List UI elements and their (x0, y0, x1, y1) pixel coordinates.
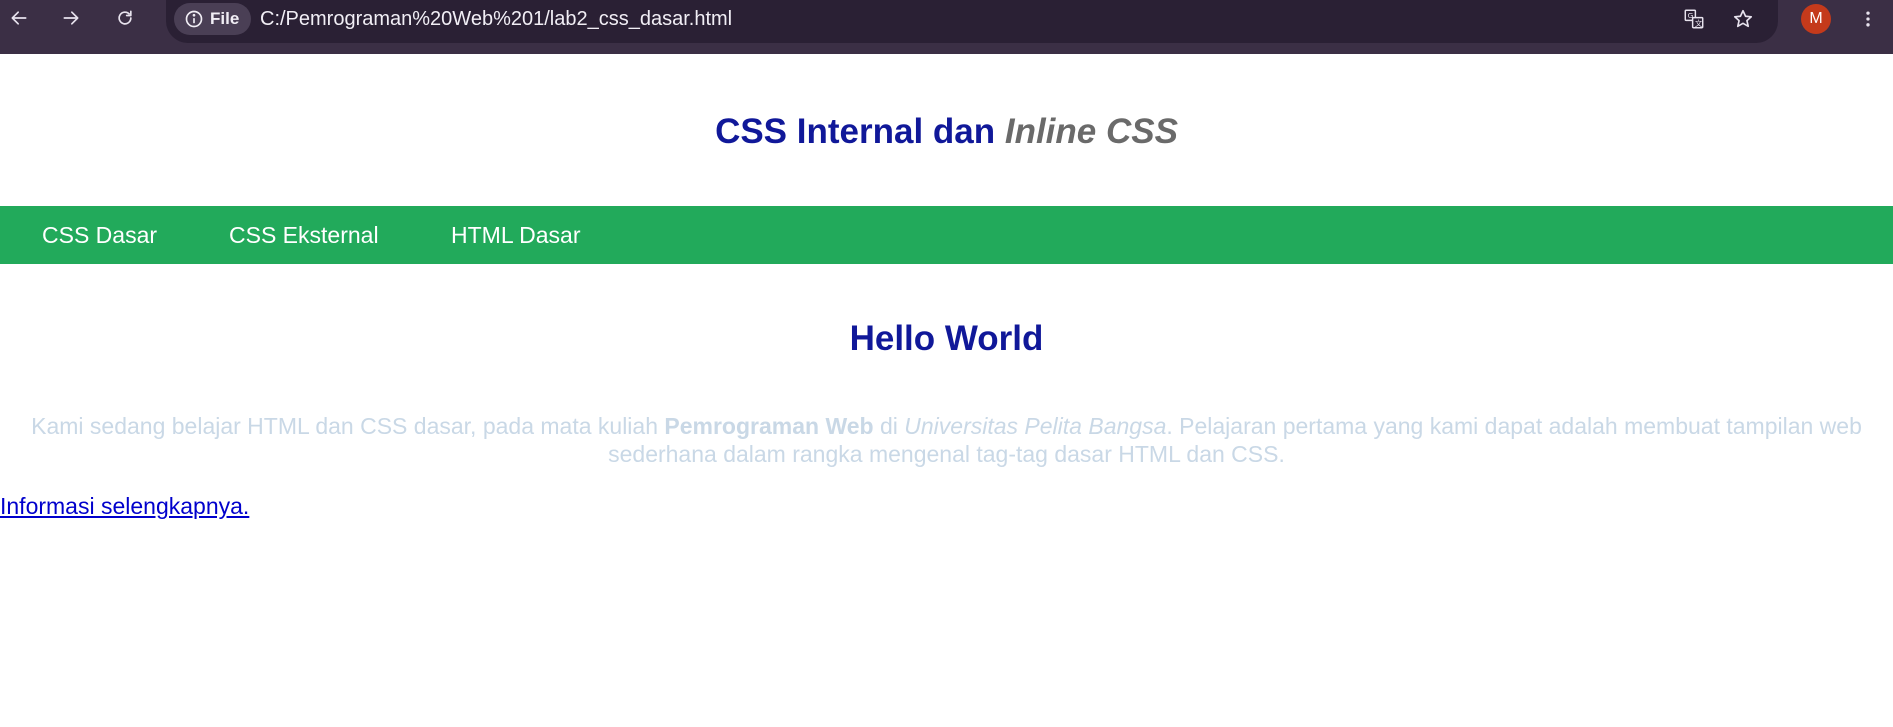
page-header: CSS Internal dan Inline CSS (0, 54, 1893, 206)
page-title: CSS Internal dan Inline CSS (0, 110, 1893, 154)
content-title: Hello World (849, 319, 1044, 358)
svg-text:G: G (1688, 11, 1694, 20)
back-arrow-icon[interactable] (6, 5, 32, 31)
address-bar[interactable]: File C:/Pemrograman%20Web%201/lab2_css_d… (166, 0, 1778, 43)
browser-toolbar: File C:/Pemrograman%20Web%201/lab2_css_d… (0, 0, 1893, 54)
info-icon (185, 10, 203, 28)
star-icon[interactable] (1729, 5, 1757, 33)
paragraph-italic-university: Universitas Pelita Bangsa (904, 413, 1167, 439)
main-content: Hello World Kami sedang belajar HTML dan… (0, 264, 1893, 520)
profile-avatar[interactable]: M (1801, 4, 1831, 34)
svg-text:文: 文 (1695, 19, 1703, 28)
paragraph-bold-course: Pemrograman Web (664, 413, 874, 439)
content-paragraph: Kami sedang belajar HTML dan CSS dasar, … (10, 412, 1883, 468)
page-title-italic: Inline CSS (1004, 112, 1178, 151)
paragraph-text-1: Kami sedang belajar HTML dan CSS dasar, … (31, 413, 665, 439)
more-info-link[interactable]: Informasi selengkapnya. (0, 492, 249, 520)
site-info-chip[interactable]: File (174, 3, 252, 35)
main-nav: CSS Dasar CSS Eksternal HTML Dasar (0, 206, 1893, 264)
nav-link-html-dasar[interactable]: HTML Dasar (451, 222, 581, 248)
site-info-label: File (210, 9, 240, 28)
nav-link-css-dasar[interactable]: CSS Dasar (42, 222, 157, 248)
reload-icon[interactable] (112, 5, 138, 31)
nav-link-css-eksternal[interactable]: CSS Eksternal (229, 222, 379, 248)
forward-arrow-icon[interactable] (58, 5, 84, 31)
paragraph-text-2: di (873, 413, 905, 439)
page-title-plain: CSS Internal dan (715, 112, 1005, 151)
three-dots-icon[interactable] (1858, 4, 1878, 34)
url-text[interactable]: C:/Pemrograman%20Web%201/lab2_css_dasar.… (260, 8, 732, 31)
translate-icon[interactable]: G文 (1680, 5, 1708, 33)
